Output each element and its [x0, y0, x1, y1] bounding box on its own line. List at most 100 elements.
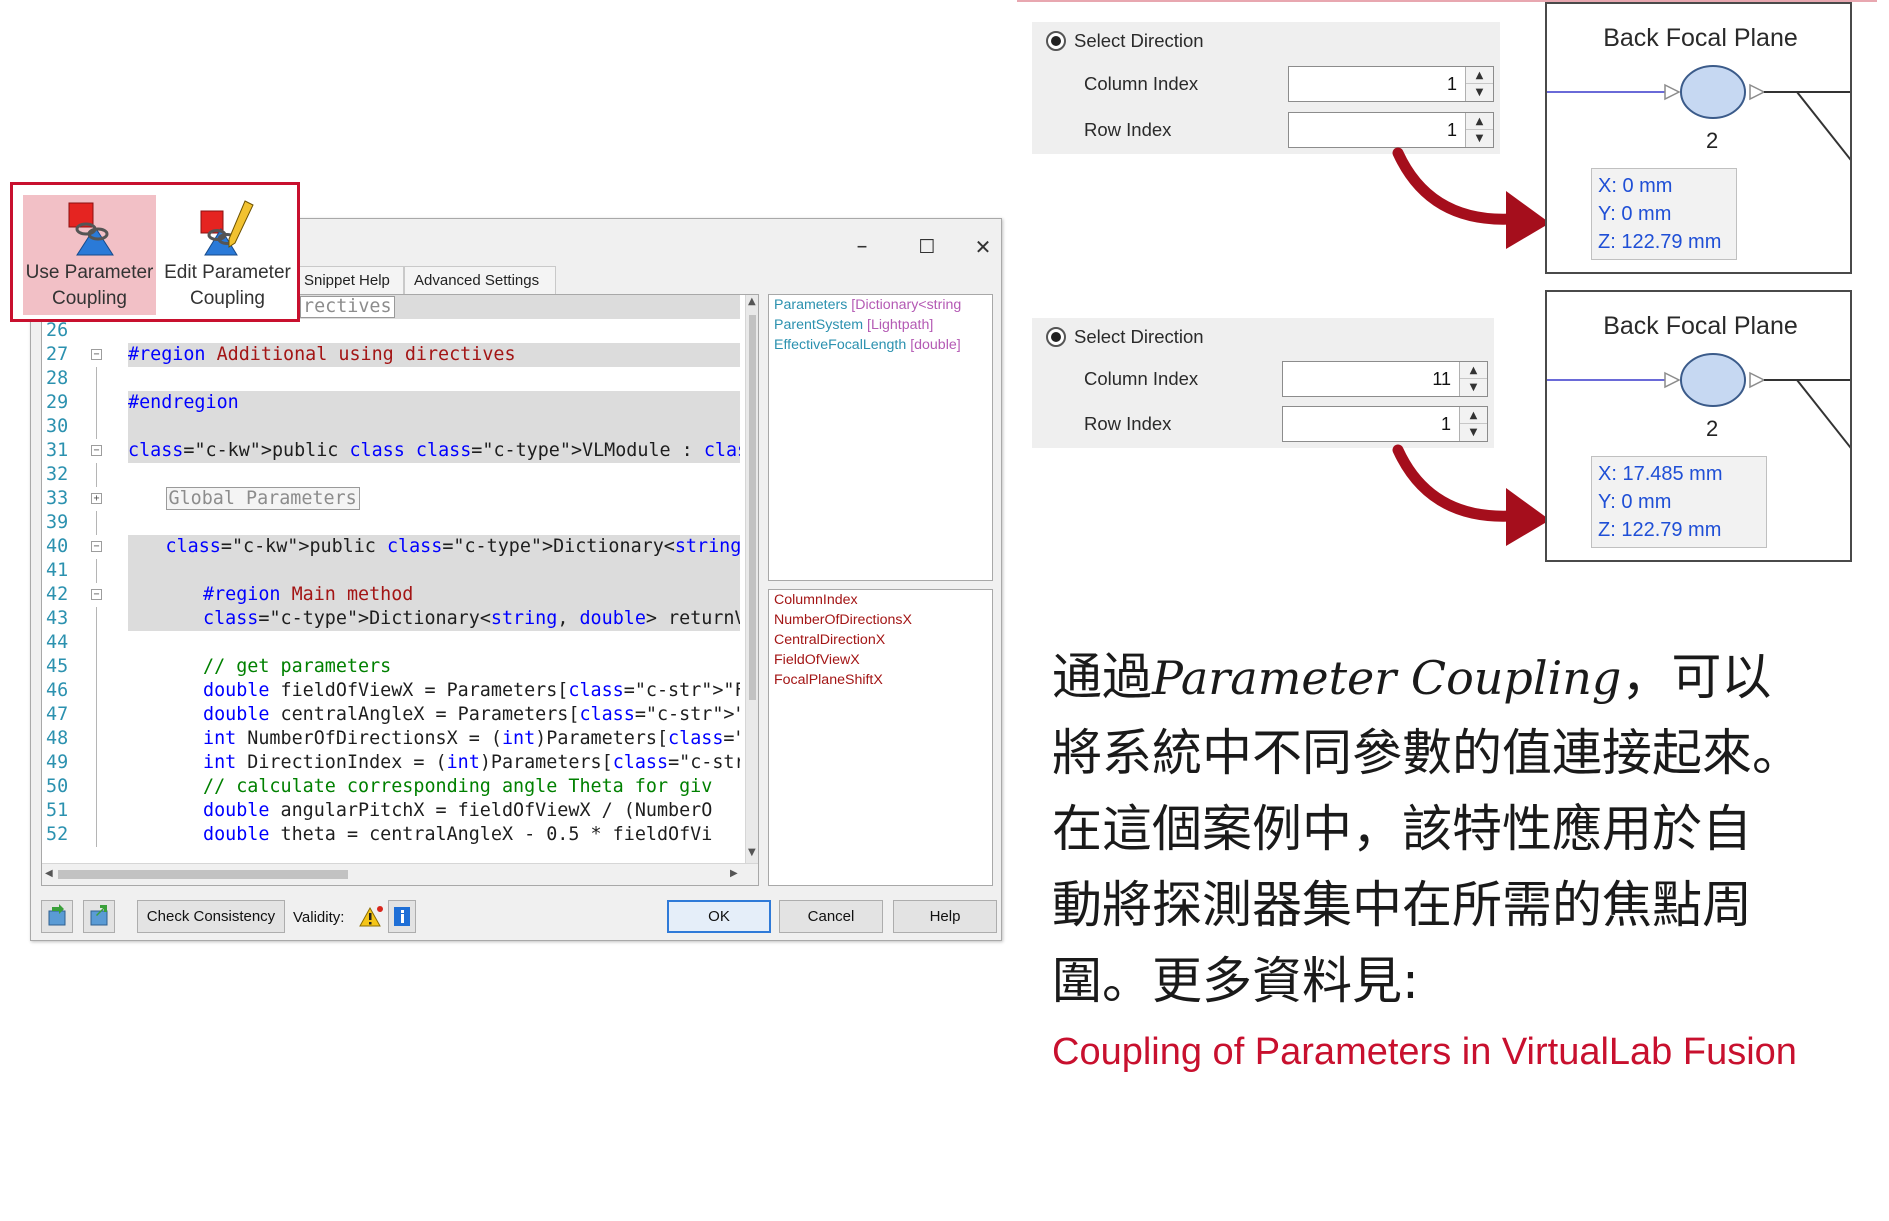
coupled-parameter-item[interactable]: CentralDirectionX — [769, 630, 992, 650]
collapse-region-icon[interactable]: − — [91, 589, 102, 600]
description-line-4: 動將探測器集中在所需的焦點周 — [1052, 876, 1752, 934]
stepper-up-icon[interactable]: ▲ — [1460, 407, 1487, 424]
scroll-down-icon[interactable]: ▼ — [748, 847, 756, 858]
code-text: double angularPitchX = fieldOfViewX / (N… — [203, 800, 713, 821]
code-editor[interactable]: rectives 26 27 − #region Additional using d… — [41, 294, 759, 886]
code-line[interactable]: 28 — [42, 367, 740, 391]
code-line[interactable]: 43 class="c-type">Dictionary<string, doub… — [42, 607, 740, 631]
close-button[interactable]: ✕ — [963, 229, 1003, 265]
edit-parameter-coupling-button[interactable]: Edit Parameter Coupling — [161, 195, 294, 315]
line-number: 48 — [46, 728, 69, 749]
stepper-up-icon[interactable]: ▲ — [1460, 362, 1487, 379]
coord-x-2: X: 17.485 mm — [1598, 463, 1723, 485]
column-index-input-2[interactable]: 11 ▲ ▼ — [1282, 361, 1488, 397]
info-button[interactable] — [388, 900, 416, 933]
collapse-region-icon[interactable]: − — [91, 445, 102, 456]
coupled-parameter-item[interactable]: FocalPlaneShiftX — [769, 670, 992, 690]
fold-guide — [96, 631, 97, 655]
collapse-region-icon[interactable]: − — [91, 349, 102, 360]
code-line[interactable]: 44 — [42, 631, 740, 655]
parameters-list[interactable]: Parameters [Dictionary<string ParentSyste… — [768, 294, 993, 581]
parameter-item[interactable]: ParentSystem [Lightpath] — [769, 315, 992, 335]
code-text: class="c-kw">public class class="c-type"… — [128, 440, 740, 461]
select-direction-radio-2[interactable] — [1046, 327, 1066, 347]
use-parameter-coupling-label: Use Parameter Coupling — [23, 260, 156, 312]
collapsed-region-label[interactable]: rectives — [300, 296, 395, 318]
line-number: 28 — [46, 368, 69, 389]
description-line-1: 通過Parameter Coupling，可以 — [1052, 642, 1771, 713]
virtuallab-coupling-link[interactable]: Coupling of Parameters in VirtualLab Fus… — [1052, 1031, 1797, 1074]
import-button[interactable] — [41, 900, 73, 933]
select-direction-label-1: Select Direction — [1074, 30, 1204, 51]
line-number: 40 — [46, 536, 69, 557]
edit-parameter-coupling-icon — [200, 200, 254, 256]
code-line[interactable]: 31 − class="c-kw">public class class="c-ty… — [42, 439, 740, 463]
line-number: 39 — [46, 512, 69, 533]
stepper-up-icon[interactable]: ▲ — [1466, 113, 1493, 130]
stepper-down-icon[interactable]: ▼ — [1460, 424, 1487, 441]
collapse-region-icon[interactable]: − — [91, 541, 102, 552]
direction-panel-1: Select Direction Column Index 1 ▲ ▼ Row I… — [1032, 22, 1500, 154]
stepper-down-icon[interactable]: ▼ — [1466, 84, 1493, 101]
line-number: 27 — [46, 344, 69, 365]
back-focal-plane-node-1[interactable]: Back Focal Plane 2 X: 0 mm Y: 0 mm Z: 12… — [1545, 2, 1852, 274]
cancel-button[interactable]: Cancel — [779, 900, 883, 933]
code-line[interactable]: 49 int DirectionIndex = (int)Parameters[c… — [42, 751, 740, 775]
code-line[interactable]: 50 // calculate corresponding angle Theta… — [42, 775, 740, 799]
parameter-item[interactable]: EffectiveFocalLength [double] — [769, 335, 992, 355]
code-line[interactable]: 51 double angularPitchX = fieldOfViewX / … — [42, 799, 740, 823]
help-button[interactable]: Help — [893, 900, 997, 933]
row-index-value-1: 1 — [1446, 120, 1457, 140]
parameter-item[interactable]: Parameters [Dictionary<string — [769, 295, 992, 315]
row-index-label-1: Row Index — [1084, 119, 1172, 140]
row-index-value-2: 1 — [1440, 414, 1451, 434]
code-line[interactable]: 42 − #region Main method — [42, 583, 740, 607]
select-direction-radio-1[interactable] — [1046, 31, 1066, 51]
coupled-parameter-item[interactable]: FieldOfViewX — [769, 650, 992, 670]
fold-guide — [96, 391, 97, 415]
code-line[interactable]: 46 double fieldOfViewX = Parameters[class… — [42, 679, 740, 703]
code-line[interactable]: 30 — [42, 415, 740, 439]
back-focal-plane-node-2[interactable]: Back Focal Plane 2 X: 17.485 mm Y: 0 mm … — [1545, 290, 1852, 562]
code-line[interactable]: 26 — [42, 319, 740, 343]
row-index-input-2[interactable]: 1 ▲ ▼ — [1282, 406, 1488, 442]
scroll-right-icon[interactable]: ▶ — [730, 868, 738, 879]
code-line[interactable]: 39 — [42, 511, 740, 535]
coupled-parameter-item[interactable]: NumberOfDirectionsX — [769, 610, 992, 630]
line-number: 43 — [46, 608, 69, 629]
tab-advanced-settings[interactable]: Advanced Settings — [404, 266, 556, 295]
coordinate-readout-1: X: 0 mm Y: 0 mm Z: 122.79 mm — [1591, 168, 1737, 260]
stepper-down-icon[interactable]: ▼ — [1460, 379, 1487, 396]
code-line[interactable]: 48 int NumberOfDirectionsX = (int)Paramet… — [42, 727, 740, 751]
tab-snippet-help[interactable]: Snippet Help — [294, 266, 404, 295]
scroll-left-icon[interactable]: ◀ — [45, 868, 53, 879]
use-parameter-coupling-button[interactable]: Use Parameter Coupling — [23, 195, 156, 315]
use-label-line1: Use Parameter — [25, 262, 154, 283]
code-line[interactable]: 40 − class="c-kw">public class="c-type">Di… — [42, 535, 740, 559]
description-line-5: 圍。更多資料見: — [1052, 952, 1419, 1010]
ok-button[interactable]: OK — [667, 900, 771, 933]
scroll-up-icon[interactable]: ▲ — [748, 296, 756, 307]
expand-region-icon[interactable]: + — [91, 493, 102, 504]
stepper-up-icon[interactable]: ▲ — [1466, 67, 1493, 84]
export-button[interactable] — [83, 900, 115, 933]
code-text: double fieldOfViewX = Parameters[class="… — [203, 680, 740, 701]
code-line[interactable]: 27 − #region Additional using directives — [42, 343, 740, 367]
maximize-button[interactable]: ☐ — [907, 229, 947, 265]
code-line[interactable]: 41 — [42, 559, 740, 583]
row-index-input-1[interactable]: 1 ▲ ▼ — [1288, 112, 1494, 148]
horizontal-scroll-thumb[interactable] — [58, 870, 348, 879]
code-line[interactable]: 32 — [42, 463, 740, 487]
code-line[interactable]: 29 #endregion — [42, 391, 740, 415]
code-line[interactable]: 47 double centralAngleX = Parameters[clas… — [42, 703, 740, 727]
code-line[interactable]: 45 // get parameters — [42, 655, 740, 679]
minimize-button[interactable]: – — [842, 229, 882, 265]
column-index-input-1[interactable]: 1 ▲ ▼ — [1288, 66, 1494, 102]
vertical-scroll-thumb[interactable] — [749, 315, 756, 700]
code-line[interactable]: 33 + Global Parameters — [42, 487, 740, 511]
line-number: 45 — [46, 656, 69, 677]
code-line[interactable]: 52 double theta = centralAngleX - 0.5 * f… — [42, 823, 740, 847]
coupled-parameter-item[interactable]: ColumnIndex — [769, 590, 992, 610]
coupled-parameters-list[interactable]: ColumnIndex NumberOfDirectionsX CentralDir… — [768, 589, 993, 886]
check-consistency-button[interactable]: Check Consistency — [137, 900, 285, 933]
